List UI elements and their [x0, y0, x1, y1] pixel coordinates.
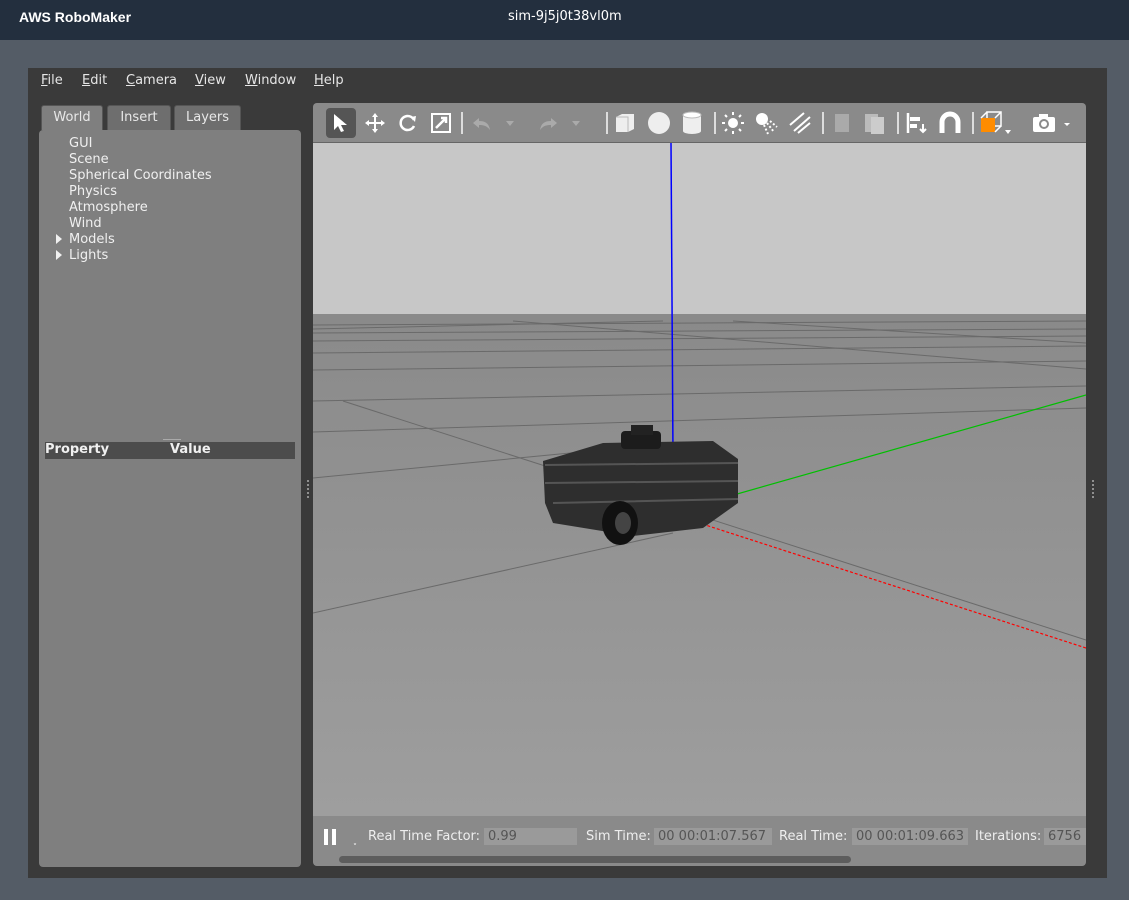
- horizontal-scrollbar[interactable]: [339, 856, 851, 863]
- real-time-factor-value: 0.99: [484, 828, 577, 845]
- scale-icon[interactable]: [429, 111, 453, 135]
- status-bar: ˯ Real Time Factor: 0.99 Sim Time: 00 00…: [313, 816, 1086, 866]
- menu-window[interactable]: Window: [245, 73, 296, 88]
- 3d-viewport[interactable]: [313, 143, 1086, 816]
- toolbar-separator: [461, 112, 463, 134]
- iterations-label: Iterations:: [975, 829, 1042, 844]
- tree-item-gui[interactable]: GUI: [69, 136, 92, 152]
- toolbar-separator: [714, 112, 716, 134]
- left-splitter-handle[interactable]: [306, 478, 310, 500]
- sphere-icon[interactable]: [647, 111, 671, 135]
- cylinder-icon[interactable]: [680, 111, 704, 135]
- screenshot-icon[interactable]: [1031, 111, 1071, 135]
- menu-view[interactable]: View: [195, 73, 226, 88]
- tree-item-lights[interactable]: Lights: [69, 248, 108, 264]
- select-arrow-icon[interactable]: [326, 108, 356, 138]
- redo-icon[interactable]: [536, 111, 560, 135]
- value-column-header: Value: [170, 442, 211, 457]
- property-table-header: Property Value: [45, 442, 295, 459]
- property-column-header: Property: [45, 442, 110, 457]
- gazebo-window: File Edit Camera View Window Help World …: [28, 68, 1107, 878]
- tree-item-scene[interactable]: Scene: [69, 152, 109, 168]
- menu-bar: File Edit Camera View Window Help: [28, 68, 1107, 96]
- real-time-label: Real Time:: [779, 829, 848, 844]
- tab-world[interactable]: World: [41, 105, 103, 130]
- menu-camera[interactable]: Camera: [126, 73, 177, 88]
- view-angle-icon[interactable]: [979, 111, 1013, 135]
- simulation-id: sim-9j5j0t38vl0m: [508, 9, 622, 24]
- tab-insert[interactable]: Insert: [107, 105, 171, 130]
- real-time-value: 00 00:01:09.663: [852, 828, 968, 845]
- pause-icon[interactable]: [323, 829, 339, 845]
- tree-item-atmosphere[interactable]: Atmosphere: [69, 200, 148, 216]
- menu-file[interactable]: File: [41, 73, 63, 88]
- translate-icon[interactable]: [363, 111, 387, 135]
- tree-item-wind[interactable]: Wind: [69, 216, 102, 232]
- splitter-grip[interactable]: [163, 439, 181, 440]
- snap-icon[interactable]: [938, 111, 962, 135]
- sim-time-value: 00 00:01:07.567: [654, 828, 772, 845]
- align-icon[interactable]: [905, 111, 929, 135]
- copy-icon[interactable]: [830, 111, 854, 135]
- menu-edit[interactable]: Edit: [82, 73, 107, 88]
- rotate-icon[interactable]: [396, 111, 420, 135]
- tree-item-models[interactable]: Models: [69, 232, 115, 248]
- undo-icon[interactable]: [470, 111, 494, 135]
- undo-dropdown-icon[interactable]: [503, 111, 517, 135]
- brand-title: AWS RoboMaker: [19, 9, 132, 25]
- sim-time-label: Sim Time:: [586, 829, 651, 844]
- real-time-factor-label: Real Time Factor:: [368, 829, 481, 844]
- expand-arrow-icon[interactable]: [56, 234, 62, 244]
- viewport-toolbar: [313, 103, 1086, 143]
- toolbar-separator: [972, 112, 974, 134]
- tree-item-spherical-coordinates[interactable]: Spherical Coordinates: [69, 168, 212, 184]
- spot-light-icon[interactable]: [754, 111, 778, 135]
- toolbar-separator: [606, 112, 608, 134]
- menu-help[interactable]: Help: [314, 73, 344, 88]
- render-panel: ˯ Real Time Factor: 0.99 Sim Time: 00 00…: [313, 103, 1086, 866]
- paste-icon[interactable]: [863, 111, 887, 135]
- sky: [313, 143, 1086, 318]
- right-splitter-handle[interactable]: [1091, 478, 1095, 500]
- redo-dropdown-icon[interactable]: [569, 111, 583, 135]
- tab-layers[interactable]: Layers: [174, 105, 241, 130]
- ground-plane: [313, 314, 1086, 816]
- step-dropdown-icon[interactable]: ˯: [353, 832, 357, 846]
- robomaker-header: AWS RoboMaker sim-9j5j0t38vl0m: [0, 0, 1129, 40]
- point-light-icon[interactable]: [721, 111, 745, 135]
- directional-light-icon[interactable]: [788, 111, 812, 135]
- box-icon[interactable]: [613, 111, 637, 135]
- tree-item-physics[interactable]: Physics: [69, 184, 117, 200]
- toolbar-separator: [822, 112, 824, 134]
- expand-arrow-icon[interactable]: [56, 250, 62, 260]
- iterations-value: 6756: [1044, 828, 1086, 845]
- world-panel: GUI Scene Spherical Coordinates Physics …: [39, 130, 301, 867]
- toolbar-separator: [897, 112, 899, 134]
